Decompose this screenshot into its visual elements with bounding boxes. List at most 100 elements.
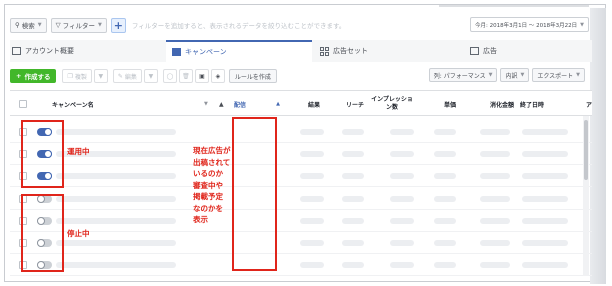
preview-icon: ▣	[199, 72, 205, 80]
blurred-cell	[300, 195, 324, 202]
column-header-impressions[interactable]: インプレッション数	[370, 91, 414, 117]
blurred-cell	[342, 195, 364, 202]
blurred-cell	[480, 129, 510, 135]
adset-grid-icon	[320, 46, 329, 56]
column-header-delivery[interactable]: 配信 ▲	[234, 91, 280, 117]
create-button[interactable]: + 作成する	[10, 69, 57, 83]
blurred-cell	[434, 129, 456, 135]
date-range-picker[interactable]: 今月: 2018年3月1日 〜 2018年3月22日 ▼	[470, 17, 589, 32]
table-row[interactable]	[10, 121, 592, 143]
column-header-extra[interactable]: ア	[586, 91, 592, 117]
toolbar-right: 列: パフォーマンス ▼ 内訳 ▼ エクスポート ▼	[428, 68, 588, 82]
columns-label: 列: パフォーマンス	[433, 72, 486, 80]
blurred-cell	[56, 262, 176, 269]
chevron-down-icon: ▼	[148, 72, 154, 80]
table-row[interactable]	[10, 254, 592, 277]
blurred-cell	[434, 240, 456, 246]
search-button[interactable]: ⚲ 検索 ▼	[10, 17, 47, 33]
blurred-cell	[390, 129, 414, 135]
active-toggles-highlight	[21, 120, 64, 188]
table-scrollbar[interactable]	[583, 116, 589, 276]
chevron-down-icon: ▼	[488, 72, 493, 78]
create-rule-button[interactable]: ルールを作成	[228, 69, 277, 83]
campaign-folder-icon	[172, 48, 181, 56]
table-header: キャンペーン名 ▼ ▲ 配信 ▲ 結果 リーチ インプレッション数 単価 消化金…	[10, 90, 592, 116]
active-annotation: 運用中	[67, 147, 90, 156]
blurred-cell	[390, 217, 414, 224]
blurred-cell	[434, 195, 456, 202]
duplicate-menu-button[interactable]: ▼	[93, 69, 108, 83]
blurred-cell	[480, 240, 510, 246]
select-all-checkbox-cell	[19, 91, 27, 117]
tab-ads[interactable]: 広告	[460, 40, 592, 62]
level-tabs: アカウント概要 キャンペーン 広告セット 広告	[10, 40, 592, 62]
column-header-reach[interactable]: リーチ	[326, 91, 364, 117]
date-range-label: 今月: 2018年3月1日 〜 2018年3月22日	[475, 22, 578, 29]
tab-account-overview[interactable]: アカウント概要	[10, 40, 166, 62]
duplicate-icon: ❐	[67, 72, 73, 80]
blurred-cell	[434, 262, 456, 269]
filter-button[interactable]: ▽ フィルター ▼	[50, 17, 107, 33]
blurred-cell	[56, 217, 176, 224]
tab-label: 広告	[483, 47, 497, 55]
table-row[interactable]	[10, 165, 592, 188]
sort-asc-icon: ▲	[276, 101, 280, 107]
chevron-down-icon: ▼	[98, 72, 104, 80]
add-filter-button[interactable]: +	[110, 17, 126, 33]
breakdown-dropdown[interactable]: 内訳 ▼	[500, 68, 530, 82]
blurred-cell	[300, 262, 324, 269]
warning-icon: ▲	[219, 100, 224, 108]
tab-campaigns[interactable]: キャンペーン	[166, 40, 312, 62]
delete-button[interactable]: 🗑	[178, 69, 193, 83]
table-row[interactable]	[10, 210, 592, 232]
chevron-down-icon: ▼	[580, 21, 584, 28]
blurred-cell	[342, 173, 364, 180]
blurred-cell	[342, 240, 364, 246]
search-label: 検索	[21, 22, 35, 30]
column-header-end-date[interactable]: 終了日時	[520, 91, 544, 117]
blurred-cell	[56, 240, 176, 246]
column-header-spent[interactable]: 消化金額	[462, 91, 514, 117]
blurred-cell	[390, 195, 414, 202]
duplicate-button[interactable]: ❐ 複製	[62, 69, 92, 83]
blurred-cell	[522, 173, 568, 180]
tag-button[interactable]: ◈	[210, 69, 225, 83]
blurred-cell	[300, 217, 324, 224]
blurred-cell	[56, 195, 176, 202]
filter-icon: ▽	[55, 21, 61, 29]
ab-test-icon: ◯	[166, 72, 174, 80]
blurred-cell	[390, 151, 414, 158]
pencil-icon: ✎	[117, 72, 123, 80]
preview-button[interactable]: ▣	[194, 69, 209, 83]
table-row[interactable]	[10, 143, 592, 166]
table-row[interactable]	[10, 188, 592, 210]
tab-label: アカウント概要	[25, 47, 74, 55]
blurred-cell	[342, 151, 364, 158]
blurred-cell	[522, 217, 568, 224]
blurred-cell	[480, 262, 510, 269]
tab-label: 広告セット	[333, 47, 368, 55]
table-row[interactable]	[10, 232, 592, 254]
blurred-cell	[56, 129, 176, 135]
tab-adsets[interactable]: 広告セット	[312, 40, 460, 62]
ab-test-button[interactable]: ◯	[162, 69, 177, 83]
column-header-results[interactable]: 結果	[284, 91, 320, 117]
search-icon: ⚲	[15, 21, 20, 29]
filter-label: フィルター	[62, 22, 95, 30]
export-label: エクスポート	[537, 72, 574, 80]
chevron-down-icon: ▼	[520, 72, 525, 78]
select-all-checkbox[interactable]	[19, 100, 27, 108]
blurred-cell	[522, 240, 568, 246]
ad-icon	[470, 47, 479, 55]
blurred-cell	[434, 217, 456, 224]
column-header-cost[interactable]: 単価	[420, 91, 456, 117]
columns-dropdown[interactable]: 列: パフォーマンス ▼	[428, 68, 498, 82]
edit-button[interactable]: ✎ 編集	[112, 69, 142, 83]
blurred-cell	[390, 240, 414, 246]
column-header-name[interactable]: キャンペーン名	[52, 91, 94, 117]
export-dropdown[interactable]: エクスポート ▼	[532, 68, 585, 82]
edit-menu-button[interactable]: ▼	[143, 69, 158, 83]
blurred-cell	[480, 195, 510, 202]
scrollbar-thumb[interactable]	[584, 120, 588, 180]
chevron-down-icon[interactable]: ▼	[204, 91, 208, 117]
